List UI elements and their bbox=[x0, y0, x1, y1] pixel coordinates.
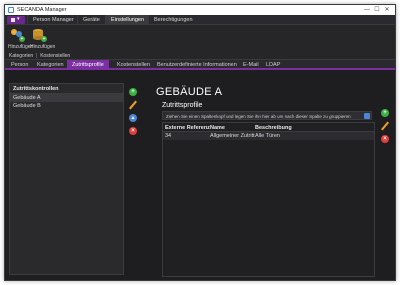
table-header: Externe Referenz Name Beschreibung bbox=[163, 123, 374, 132]
add-cost-center-button[interactable]: + Hinzufügen bbox=[30, 28, 55, 50]
menu-tab-geraete[interactable]: Geräte bbox=[77, 15, 105, 25]
list-item[interactable]: Gebäude B bbox=[10, 102, 123, 110]
delete-icon: × bbox=[383, 136, 387, 142]
plus-icon: + bbox=[383, 110, 387, 116]
ribbon-group-kategorien: Kategorien bbox=[9, 53, 34, 59]
settings-tab-row: Person Kategorien Zutrittsprofile Kosten… bbox=[5, 60, 395, 70]
edit-profile-button[interactable] bbox=[381, 121, 389, 131]
ribbon-group-kostenstellen: Kostenstellen bbox=[40, 53, 71, 59]
page-title: GEBÄUDE A bbox=[156, 86, 223, 98]
app-logo-icon bbox=[8, 7, 14, 13]
delete-profile-button[interactable]: × bbox=[381, 135, 389, 143]
window-title: SECANDA Manager bbox=[17, 7, 67, 13]
edit-building-button[interactable] bbox=[129, 100, 137, 110]
list-item[interactable]: Gebäude A bbox=[10, 94, 123, 102]
cell-name: Allgemeiner Zutritt bbox=[210, 133, 255, 139]
app-window: SECANDA Manager — ☐ ✕ ▾ Person Manager Ger… bbox=[4, 4, 396, 281]
tab-email[interactable]: E-Mail bbox=[238, 60, 264, 70]
group-icon[interactable] bbox=[364, 113, 370, 119]
column-header-beschreibung[interactable]: Beschreibung bbox=[255, 125, 292, 131]
tab-benutzerdefinierte-informationen[interactable]: Benutzerdefinierte Informationen bbox=[152, 60, 242, 70]
add-category-button[interactable]: + Hinzufügen bbox=[8, 28, 33, 50]
access-control-panel: Zutrittskontrollen Gebäude A Gebäude B bbox=[9, 83, 124, 275]
menu-tab-einstellungen[interactable]: Einstellungen bbox=[105, 15, 150, 25]
group-by-hint: Ziehen Sie einen Spaltenkopf und legen S… bbox=[166, 114, 351, 119]
add-database-icon: + bbox=[32, 28, 47, 42]
tab-kategorien[interactable]: Kategorien bbox=[32, 60, 69, 70]
delete-building-button[interactable]: × bbox=[129, 127, 137, 135]
minimize-icon[interactable]: — bbox=[362, 7, 372, 13]
access-control-header: Zutrittskontrollen bbox=[10, 84, 123, 94]
title-bar: SECANDA Manager — ☐ ✕ bbox=[5, 5, 395, 15]
ribbon: + Hinzufügen + Hinzufügen Kategorien Kost… bbox=[5, 25, 395, 60]
pencil-icon bbox=[129, 100, 137, 110]
ribbon-group-labels: Kategorien Kostenstellen bbox=[9, 53, 70, 59]
window-controls: — ☐ ✕ bbox=[362, 6, 392, 13]
close-icon[interactable]: ✕ bbox=[382, 6, 392, 13]
grid-icon bbox=[11, 18, 15, 22]
app-menu-button[interactable]: ▾ bbox=[7, 16, 25, 24]
tab-person[interactable]: Person bbox=[6, 60, 33, 70]
delete-icon: × bbox=[131, 128, 135, 134]
add-profile-button[interactable]: + bbox=[381, 109, 389, 117]
maximize-icon[interactable]: ☐ bbox=[372, 6, 382, 13]
arrow-up-icon: ▲ bbox=[130, 115, 136, 121]
add-building-button[interactable]: + bbox=[129, 88, 137, 96]
table-row[interactable]: 34 Allgemeiner Zutritt Alle Türen bbox=[163, 132, 374, 140]
section-title: Zutrittsprofile bbox=[162, 102, 203, 109]
cell-description: Alle Türen bbox=[255, 133, 280, 139]
tab-zutrittsprofile[interactable]: Zutrittsprofile bbox=[67, 60, 109, 70]
add-cost-center-label: Hinzufügen bbox=[30, 44, 56, 50]
cell-ref: 34 bbox=[165, 133, 172, 139]
pencil-icon bbox=[381, 121, 389, 131]
access-profile-table: Externe Referenz Name Beschreibung 34 Al… bbox=[162, 122, 375, 277]
menu-tab-person-manager[interactable]: Person Manager bbox=[27, 15, 79, 25]
add-people-icon: + bbox=[10, 28, 25, 42]
left-action-bar: + ▲ × bbox=[129, 88, 139, 140]
column-header-externe-referenz[interactable]: Externe Referenz bbox=[165, 125, 210, 131]
group-by-panel[interactable]: Ziehen Sie einen Spaltenkopf und legen S… bbox=[162, 111, 372, 120]
column-header-name[interactable]: Name bbox=[210, 125, 225, 131]
tab-ldap[interactable]: LDAP bbox=[261, 60, 285, 70]
menu-bar: ▾ Person Manager Geräte Einstellungen Be… bbox=[5, 15, 395, 25]
right-action-bar: + × bbox=[381, 109, 391, 148]
chevron-down-icon: ▾ bbox=[17, 16, 20, 22]
tab-kostenstellen[interactable]: Kostenstellen bbox=[112, 60, 155, 70]
plus-icon: + bbox=[131, 89, 135, 95]
menu-tab-berechtigungen[interactable]: Berechtigungen bbox=[148, 15, 198, 25]
move-building-button[interactable]: ▲ bbox=[129, 114, 137, 122]
